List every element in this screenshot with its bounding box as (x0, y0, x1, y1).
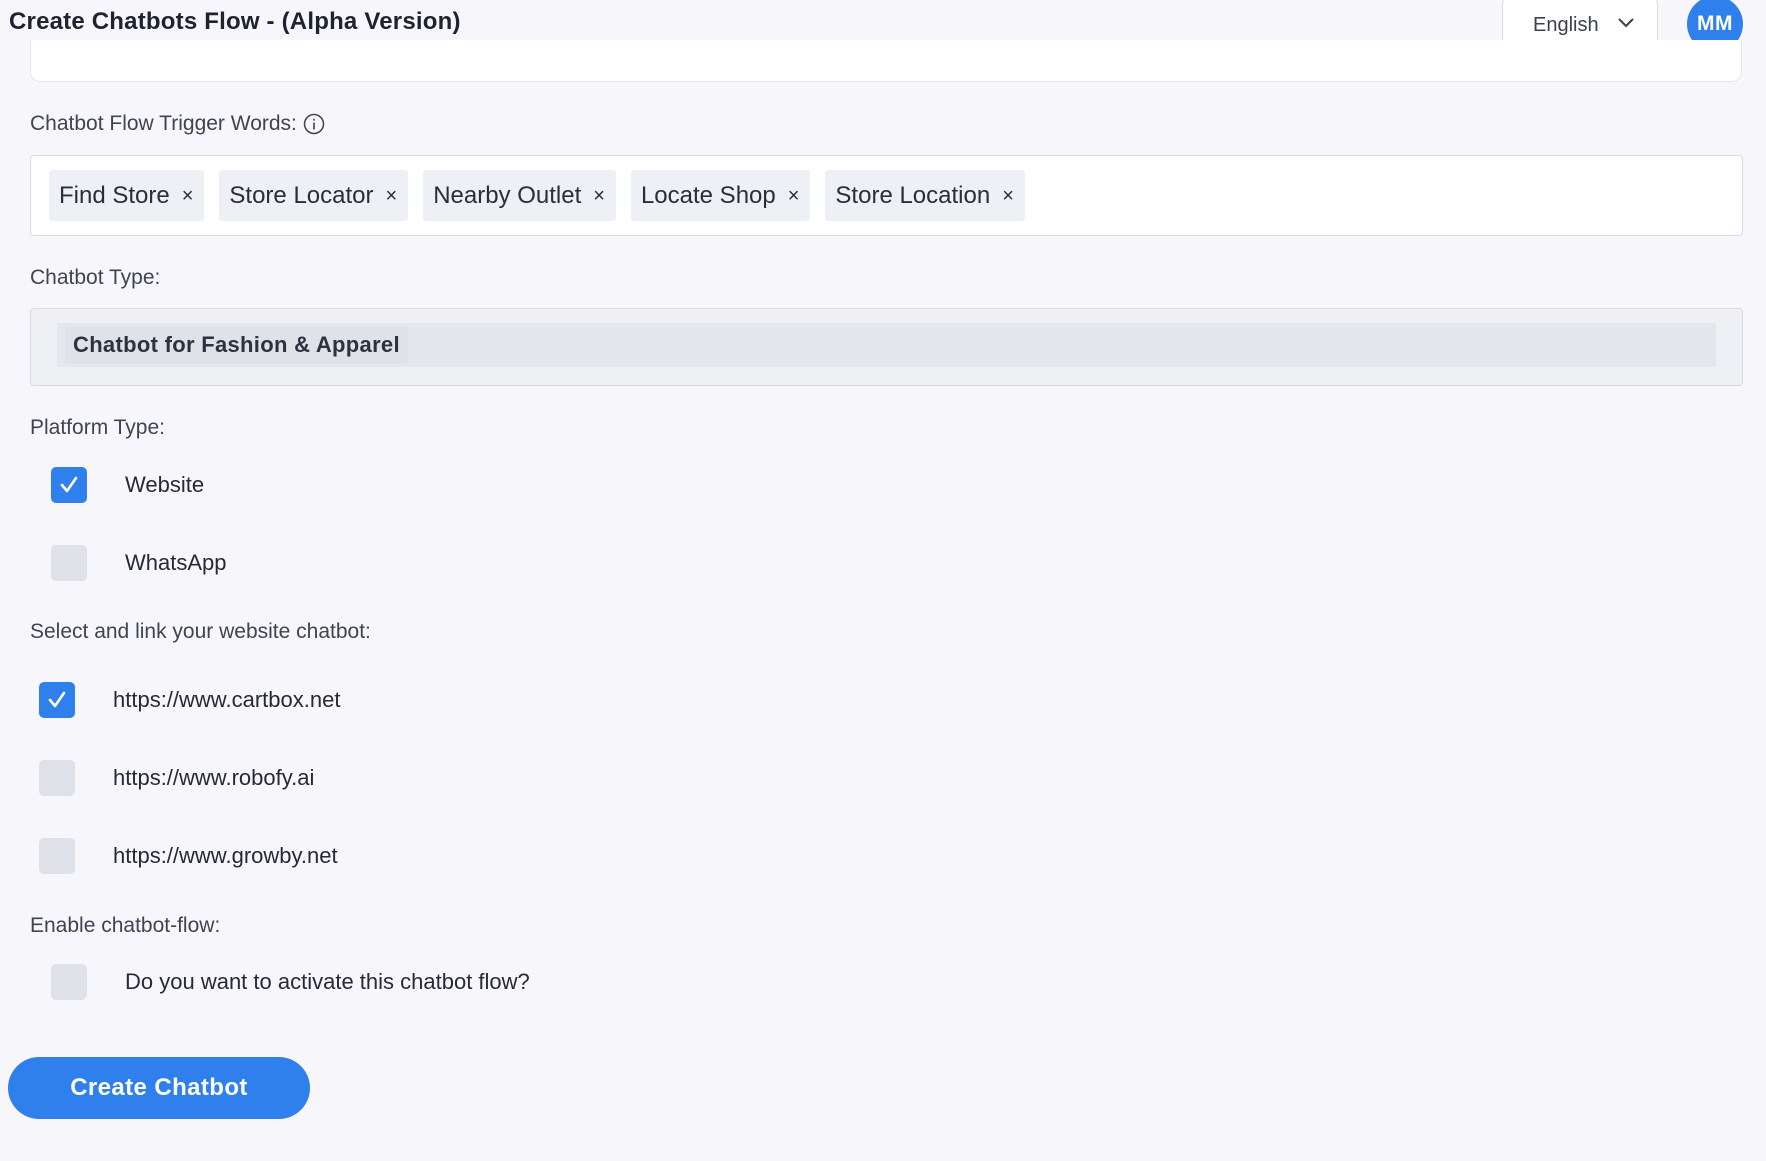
robofy-url: https://www.robofy.ai (113, 765, 315, 790)
chatbot-type-value: Chatbot for Fashion & Apparel (65, 326, 408, 364)
growby-url: https://www.growby.net (113, 843, 338, 868)
website-checkbox[interactable] (51, 467, 87, 503)
create-chatbot-button[interactable]: Create Chatbot (8, 1057, 310, 1119)
growby-checkbox[interactable] (39, 838, 75, 874)
chatbot-type-label: Chatbot Type: (30, 266, 160, 290)
whatsapp-checkbox[interactable] (51, 545, 87, 581)
tag-store-location: Store Location × (825, 170, 1025, 221)
tag-remove-icon[interactable]: × (593, 186, 605, 206)
chatbot-type-inner: Chatbot for Fashion & Apparel (57, 323, 1716, 367)
tag-label: Find Store (59, 181, 170, 209)
chatbot-type-label-text: Chatbot Type: (30, 266, 161, 289)
platform-option-website[interactable]: Website (51, 467, 204, 503)
tag-remove-icon[interactable]: × (182, 186, 194, 206)
trigger-words-label: Chatbot Flow Trigger Words: (30, 112, 325, 136)
website-label: Website (125, 472, 205, 497)
enable-flow-label-text: Enable chatbot-flow: (30, 914, 221, 937)
cartbox-url: https://www.cartbox.net (113, 687, 341, 712)
activate-flow-label: Do you want to activate this chatbot flo… (125, 969, 530, 994)
tag-label: Store Location (835, 181, 991, 209)
chevron-down-icon (1618, 18, 1634, 28)
tag-label: Nearby Outlet (433, 181, 582, 209)
previous-field-edge (30, 40, 1742, 82)
trigger-words-input[interactable]: Find Store × Store Locator × Nearby Outl… (30, 155, 1743, 236)
website-option-robofy[interactable]: https://www.robofy.ai (39, 760, 314, 796)
tag-remove-icon[interactable]: × (1002, 186, 1014, 206)
info-icon[interactable] (303, 113, 325, 135)
tag-locate-shop: Locate Shop × (630, 170, 811, 221)
page-title: Create Chatbots Flow - (Alpha Version) (9, 8, 461, 35)
activate-flow-option[interactable]: Do you want to activate this chatbot flo… (51, 964, 530, 1000)
activate-flow-checkbox[interactable] (51, 964, 87, 1000)
tag-remove-icon[interactable]: × (788, 186, 800, 206)
tag-label: Store Locator (229, 181, 374, 209)
website-link-label: Select and link your website chatbot: (30, 620, 371, 644)
tag-remove-icon[interactable]: × (386, 186, 398, 206)
platform-option-whatsapp[interactable]: WhatsApp (51, 545, 227, 581)
checkmark-icon (48, 691, 66, 708)
checkmark-icon (60, 476, 78, 493)
whatsapp-label: WhatsApp (125, 550, 227, 575)
create-chatbot-flow-page: Create Chatbots Flow - (Alpha Version) E… (0, 0, 1766, 1161)
tag-find-store: Find Store × (49, 170, 205, 221)
language-value: English (1533, 14, 1599, 36)
tag-nearby-outlet: Nearby Outlet × (423, 170, 616, 221)
cartbox-checkbox[interactable] (39, 682, 75, 718)
website-link-label-text: Select and link your website chatbot: (30, 620, 371, 643)
tag-label: Locate Shop (640, 181, 776, 209)
chatbot-type-field: Chatbot for Fashion & Apparel (30, 308, 1743, 386)
website-option-growby[interactable]: https://www.growby.net (39, 838, 338, 874)
website-option-cartbox[interactable]: https://www.cartbox.net (39, 682, 340, 718)
tag-store-locator: Store Locator × (219, 170, 409, 221)
trigger-words-label-text: Chatbot Flow Trigger Words: (30, 112, 297, 135)
platform-type-label: Platform Type: (30, 416, 165, 440)
platform-type-label-text: Platform Type: (30, 416, 166, 439)
enable-flow-label: Enable chatbot-flow: (30, 914, 220, 938)
robofy-checkbox[interactable] (39, 760, 75, 796)
